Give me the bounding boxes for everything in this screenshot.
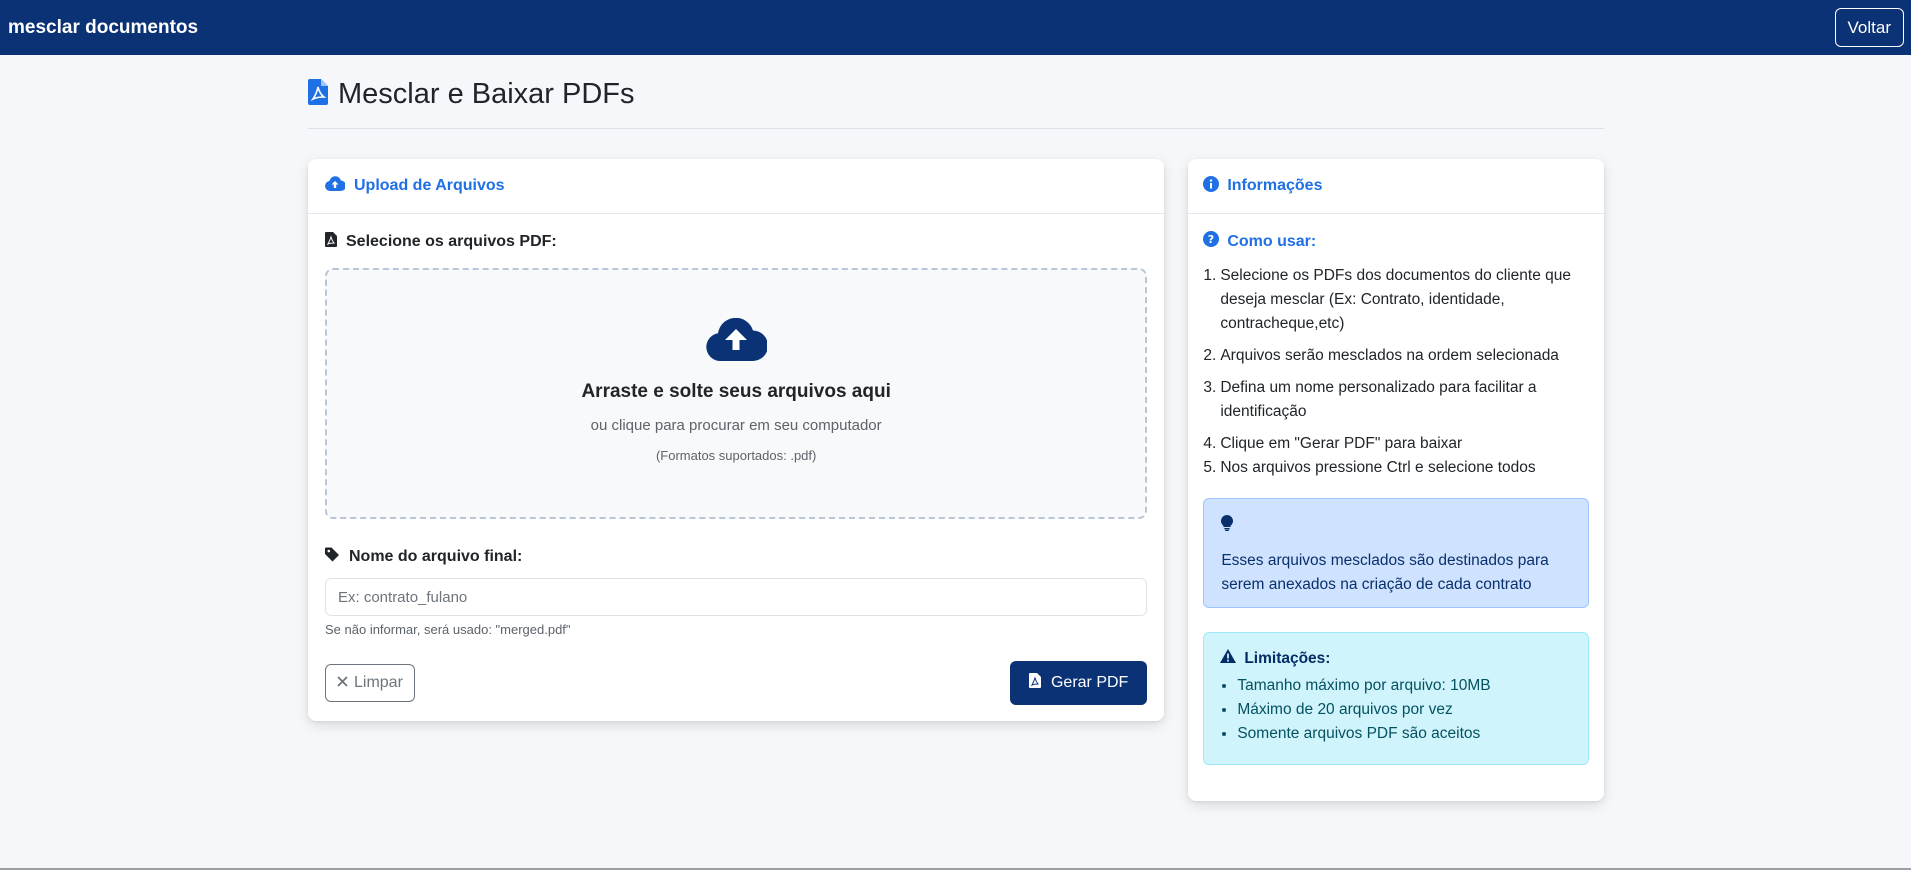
lightbulb-icon bbox=[1221, 515, 1234, 535]
clear-button[interactable]: Limpar bbox=[325, 664, 415, 702]
file-pdf-icon bbox=[325, 232, 337, 252]
cloud-upload-icon bbox=[705, 317, 769, 367]
list-item: 3. Defina um nome personalizado para faci… bbox=[1203, 379, 1537, 420]
cloud-upload-icon bbox=[325, 175, 347, 197]
list-item: Máximo de 20 arquivos por vez bbox=[1237, 698, 1572, 722]
limits-title: Limitações: bbox=[1220, 649, 1572, 668]
close-icon bbox=[337, 674, 348, 692]
info-circle-icon bbox=[1203, 175, 1220, 197]
back-button[interactable]: Voltar bbox=[1834, 8, 1904, 47]
list-item: Somente arquivos PDF são aceitos bbox=[1237, 722, 1572, 746]
dropzone-title: Arraste e solte seus arquivos aqui bbox=[581, 381, 891, 402]
list-item: 5. Nos arquivos pressione Ctrl e selecion… bbox=[1203, 459, 1536, 476]
top-navbar: mesclar documentos Voltar bbox=[0, 0, 1911, 55]
filename-help-text: Se não informar, será usado: "merged.pdf… bbox=[325, 622, 571, 637]
limits-alert: Limitações: Tamanho máximo por arquivo: … bbox=[1203, 632, 1589, 765]
generate-pdf-button[interactable]: Gerar PDF bbox=[1009, 661, 1148, 705]
info-card-title: Informações bbox=[1227, 177, 1323, 194]
howto-title: ? Como usar: bbox=[1203, 231, 1589, 252]
upload-card-title: Upload de Arquivos bbox=[354, 177, 505, 194]
upload-card-header: Upload de Arquivos bbox=[308, 159, 1165, 214]
tip-alert: Esses arquivos mesclados são destinados … bbox=[1203, 498, 1589, 608]
list-item: 4. Clique em "Gerar PDF" para baixar bbox=[1203, 435, 1463, 452]
page-header: Mesclar e Baixar PDFs bbox=[308, 55, 1604, 129]
filename-label: Nome do arquivo final: bbox=[325, 547, 1147, 567]
dropzone-formats: (Formatos suportados: .pdf) bbox=[655, 448, 817, 463]
navbar-brand[interactable]: mesclar documentos bbox=[8, 17, 198, 39]
info-card-header: Informações bbox=[1188, 159, 1604, 214]
file-dropzone[interactable]: Arraste e solte seus arquivos aqui ou cl… bbox=[325, 268, 1148, 519]
info-card: Informações ? Como usar: 1. Selecione os … bbox=[1188, 159, 1604, 801]
svg-text:?: ? bbox=[1208, 233, 1214, 246]
select-files-label: Selecione os arquivos PDF: bbox=[325, 232, 1147, 252]
tag-icon bbox=[325, 547, 340, 567]
file-pdf-icon bbox=[1028, 673, 1041, 693]
upload-card: Upload de Arquivos Selecione os arquivos… bbox=[308, 159, 1165, 721]
limits-list: Tamanho máximo por arquivo: 10MB Máximo … bbox=[1220, 674, 1572, 746]
generate-pdf-label: Gerar PDF bbox=[1050, 674, 1129, 691]
list-item: 1. Selecione os PDFs dos documentos do cl… bbox=[1203, 267, 1572, 332]
dropzone-subtitle: ou clique para procurar em seu computado… bbox=[590, 417, 882, 434]
list-item: Tamanho máximo por arquivo: 10MB bbox=[1237, 674, 1572, 698]
warning-icon bbox=[1220, 649, 1237, 668]
filename-input[interactable] bbox=[325, 578, 1148, 616]
tip-text: Esses arquivos mesclados são destinados … bbox=[1221, 552, 1549, 593]
list-item: 2. Arquivos serão mesclados na ordem sele… bbox=[1203, 347, 1559, 364]
clear-button-label: Limpar bbox=[354, 674, 403, 691]
file-pdf-icon bbox=[308, 79, 328, 110]
question-circle-icon: ? bbox=[1203, 231, 1220, 252]
page-title: Mesclar e Baixar PDFs bbox=[338, 78, 635, 110]
howto-steps: 1. Selecione os PDFs dos documentos do cl… bbox=[1203, 264, 1589, 480]
main-container: Mesclar e Baixar PDFs Upload de Arquivos bbox=[308, 55, 1604, 801]
